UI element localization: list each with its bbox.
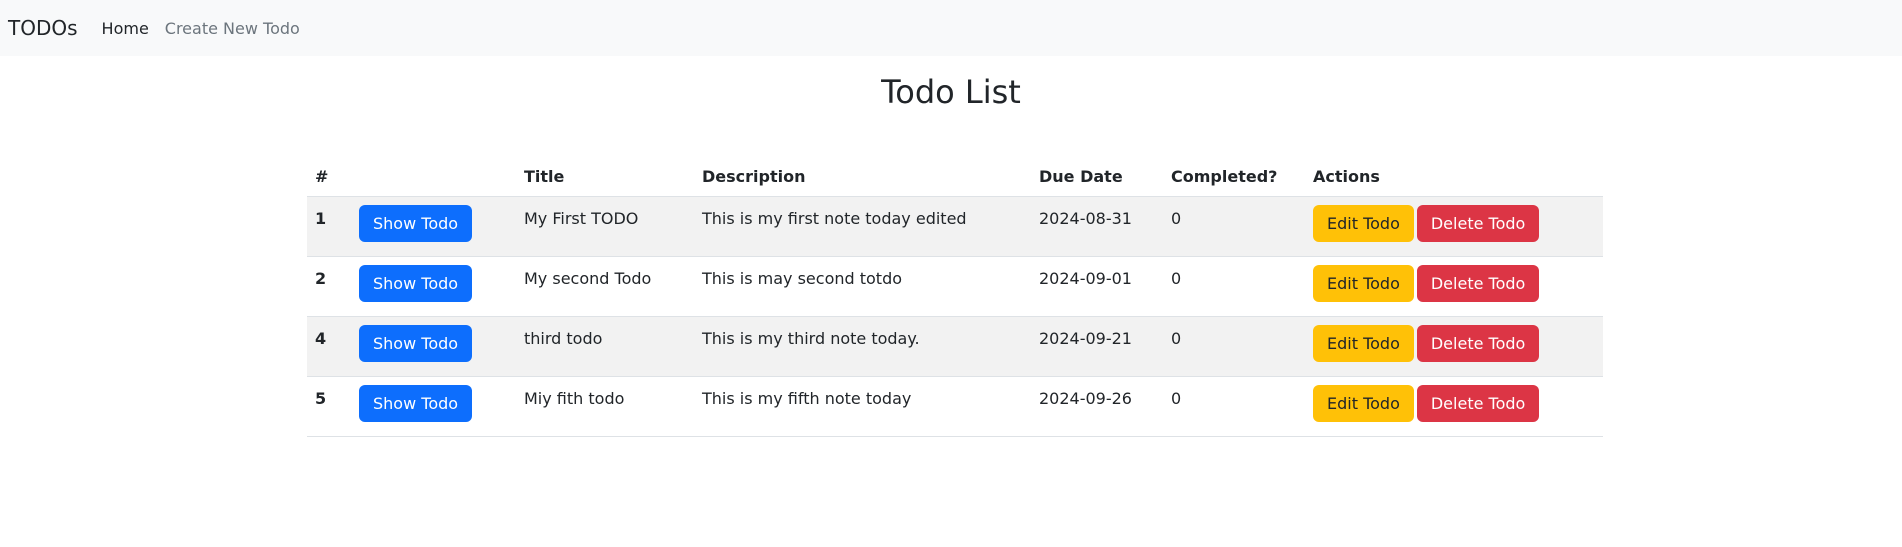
page-title: Todo List xyxy=(881,73,1021,111)
row-completed: 0 xyxy=(1163,256,1305,317)
header-description: Description xyxy=(694,155,1031,197)
header-show xyxy=(351,155,516,197)
table-row: 4 Show Todo third todo This is my third … xyxy=(307,316,1603,377)
show-todo-button[interactable]: Show Todo xyxy=(359,265,473,303)
delete-todo-button[interactable]: Delete Todo xyxy=(1416,325,1540,363)
row-title: My First TODO xyxy=(516,196,694,257)
edit-todo-button[interactable]: Edit Todo xyxy=(1313,325,1414,363)
navbar: TODOs Home Create New Todo xyxy=(0,0,1902,56)
row-number: 5 xyxy=(307,376,351,437)
row-due-date: 2024-09-01 xyxy=(1031,256,1163,317)
row-due-date: 2024-09-21 xyxy=(1031,316,1163,377)
header-completed: Completed? xyxy=(1163,155,1305,197)
delete-todo-button[interactable]: Delete Todo xyxy=(1416,205,1540,243)
header-actions: Actions xyxy=(1305,155,1603,197)
row-description: This is my third note today. xyxy=(694,316,1031,377)
row-title: third todo xyxy=(516,316,694,377)
row-due-date: 2024-09-26 xyxy=(1031,376,1163,437)
edit-todo-button[interactable]: Edit Todo xyxy=(1313,265,1414,303)
row-due-date: 2024-08-31 xyxy=(1031,196,1163,257)
edit-todo-button[interactable]: Edit Todo xyxy=(1313,205,1414,243)
row-completed: 0 xyxy=(1163,316,1305,377)
nav-link-home[interactable]: Home xyxy=(102,19,149,38)
delete-todo-button[interactable]: Delete Todo xyxy=(1416,265,1540,303)
show-todo-button[interactable]: Show Todo xyxy=(359,385,473,423)
table-header-row: # Title Description Due Date Completed? … xyxy=(307,155,1603,197)
header-due-date: Due Date xyxy=(1031,155,1163,197)
delete-todo-button[interactable]: Delete Todo xyxy=(1416,385,1540,423)
table-row: 1 Show Todo My First TODO This is my fir… xyxy=(307,196,1603,257)
row-description: This is may second totdo xyxy=(694,256,1031,317)
brand-link[interactable]: TODOs xyxy=(8,16,78,40)
show-todo-button[interactable]: Show Todo xyxy=(359,325,473,363)
todo-table-container: # Title Description Due Date Completed? … xyxy=(307,155,1603,437)
row-number: 2 xyxy=(307,256,351,317)
edit-todo-button[interactable]: Edit Todo xyxy=(1313,385,1414,423)
row-number: 4 xyxy=(307,316,351,377)
row-completed: 0 xyxy=(1163,376,1305,437)
nav-link-create-new-todo[interactable]: Create New Todo xyxy=(165,19,300,38)
header-number: # xyxy=(307,155,351,197)
row-description: This is my fifth note today xyxy=(694,376,1031,437)
row-number: 1 xyxy=(307,196,351,257)
show-todo-button[interactable]: Show Todo xyxy=(359,205,473,243)
table-row: 5 Show Todo Miy fith todo This is my fif… xyxy=(307,376,1603,437)
table-row: 2 Show Todo My second Todo This is may s… xyxy=(307,256,1603,317)
todo-table: # Title Description Due Date Completed? … xyxy=(307,155,1603,437)
row-title: Miy fith todo xyxy=(516,376,694,437)
row-title: My second Todo xyxy=(516,256,694,317)
row-description: This is my first note today edited xyxy=(694,196,1031,257)
row-completed: 0 xyxy=(1163,196,1305,257)
header-title: Title xyxy=(516,155,694,197)
